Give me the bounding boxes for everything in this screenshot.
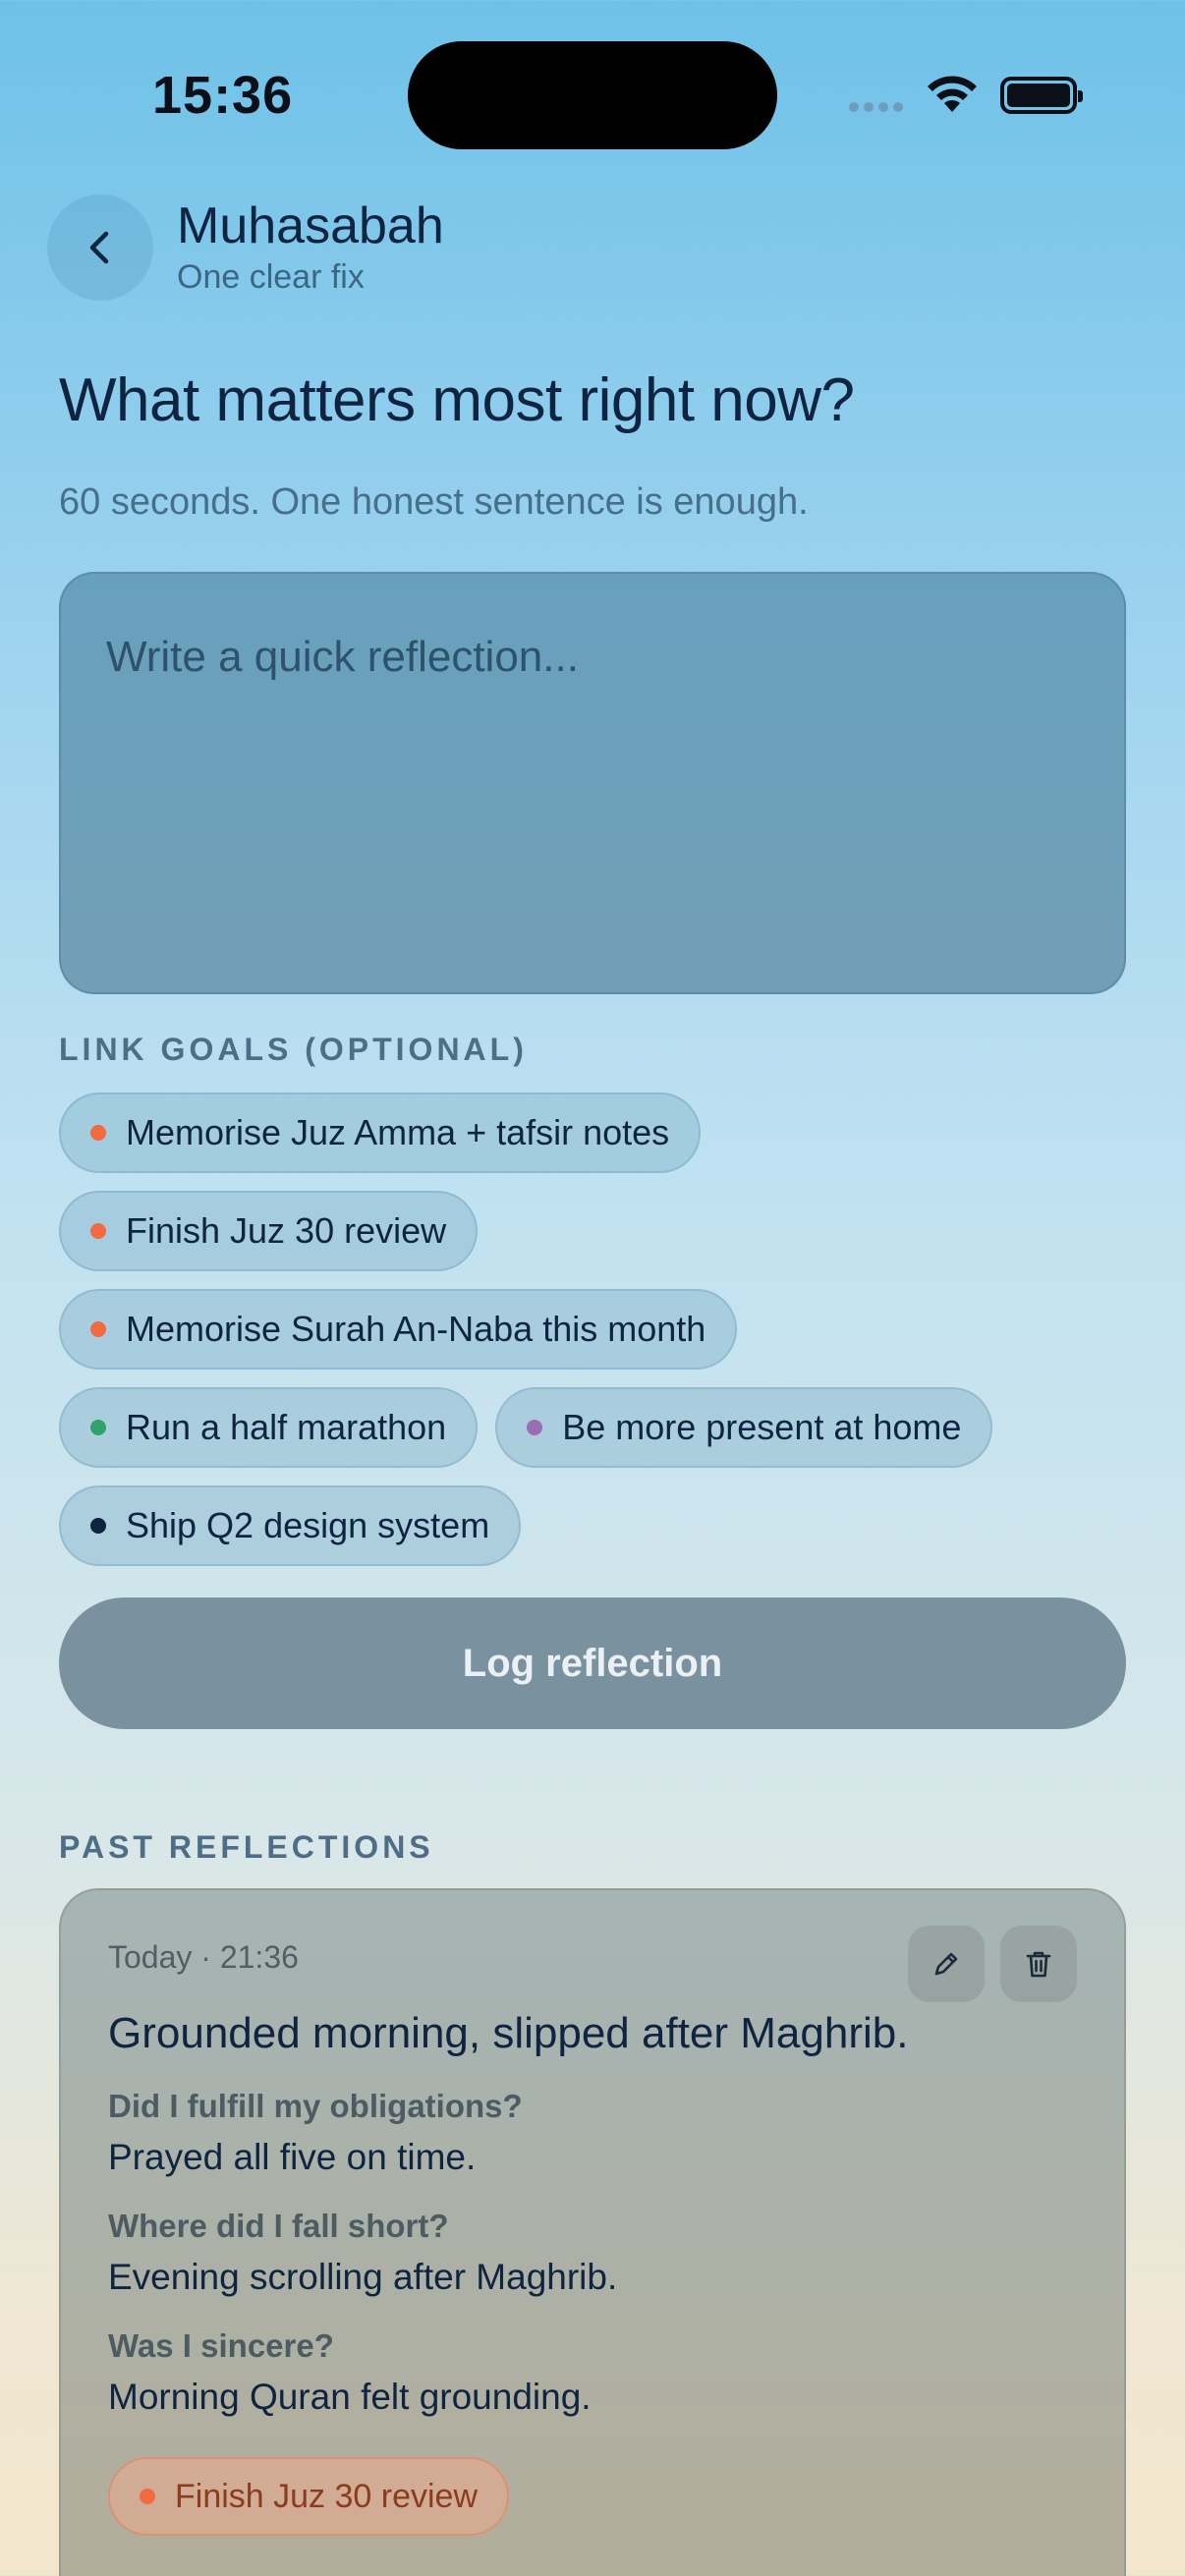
link-goals-label: LINK GOALS (OPTIONAL) — [59, 1032, 528, 1067]
trash-icon — [1026, 1951, 1051, 1978]
delete-button[interactable] — [1000, 1926, 1077, 2002]
qa-question: Where did I fall short? — [108, 2208, 449, 2244]
goal-chips: Memorise Juz Amma + tafsir notes Finish … — [59, 1092, 1130, 1584]
reflection-input[interactable] — [59, 572, 1126, 994]
page-title: Muhasabah — [177, 197, 444, 254]
linked-goal-label: Finish Juz 30 review — [175, 2477, 479, 2515]
header-text: Muhasabah One clear fix — [177, 196, 444, 299]
goal-color-dot — [90, 1420, 106, 1435]
goal-chip-label: Memorise Juz Amma + tafsir notes — [126, 1112, 670, 1152]
linked-goal-tag: Finish Juz 30 review — [108, 2457, 510, 2536]
dynamic-island — [408, 41, 777, 149]
pencil-icon — [934, 1952, 958, 1976]
goal-color-dot — [90, 1321, 106, 1337]
back-button[interactable] — [47, 195, 153, 301]
page-subtitle: One clear fix — [177, 258, 365, 296]
goal-color-dot — [90, 1518, 106, 1534]
goal-chip-label: Memorise Surah An-Naba this month — [126, 1309, 706, 1349]
qa-question: Did I fulfill my obligations? — [108, 2088, 523, 2124]
header: Muhasabah One clear fix — [47, 195, 444, 301]
qa-answer: Prayed all five on time. — [108, 2137, 477, 2177]
tag-color-dot — [140, 2489, 155, 2504]
prompt-question: What matters most right now? — [59, 366, 855, 434]
log-reflection-button[interactable]: Log reflection — [59, 1597, 1126, 1729]
goal-chip-label: Ship Q2 design system — [126, 1505, 490, 1545]
reflection-title: Grounded morning, slipped after Maghrib. — [108, 2009, 909, 2057]
card-actions — [908, 1926, 1077, 2002]
goal-chip[interactable]: Run a half marathon — [59, 1387, 479, 1468]
goal-color-dot — [90, 1125, 106, 1141]
past-reflections-label: PAST REFLECTIONS — [59, 1829, 434, 1865]
goal-chip-label: Be more present at home — [562, 1407, 962, 1447]
goal-chip-label: Run a half marathon — [126, 1407, 447, 1447]
qa-question: Was I sincere? — [108, 2327, 334, 2364]
edit-button[interactable] — [908, 1926, 985, 2002]
status-time: 15:36 — [152, 66, 294, 125]
goal-chip-label: Finish Juz 30 review — [126, 1210, 447, 1251]
cellular-signal-icon — [849, 102, 903, 112]
goal-chip[interactable]: Memorise Surah An-Naba this month — [59, 1289, 738, 1370]
qa-answer: Evening scrolling after Maghrib. — [108, 2257, 618, 2297]
goal-chip[interactable]: Finish Juz 30 review — [59, 1191, 479, 1271]
battery-icon — [1000, 77, 1083, 114]
goal-color-dot — [90, 1223, 106, 1239]
wifi-icon — [928, 76, 977, 112]
goal-color-dot — [527, 1420, 543, 1435]
prompt-hint: 60 seconds. One honest sentence is enoug… — [59, 481, 809, 523]
reflection-card: Today · 21:36 Grounded morning, slipped … — [59, 1888, 1126, 2576]
goal-chip[interactable]: Ship Q2 design system — [59, 1485, 522, 1566]
status-bar: 15:36 — [0, 0, 1185, 149]
qa-answer: Morning Quran felt grounding. — [108, 2377, 592, 2417]
goal-chip[interactable]: Memorise Juz Amma + tafsir notes — [59, 1092, 702, 1173]
chevron-left-icon — [89, 231, 109, 264]
goal-chip[interactable]: Be more present at home — [495, 1387, 993, 1468]
